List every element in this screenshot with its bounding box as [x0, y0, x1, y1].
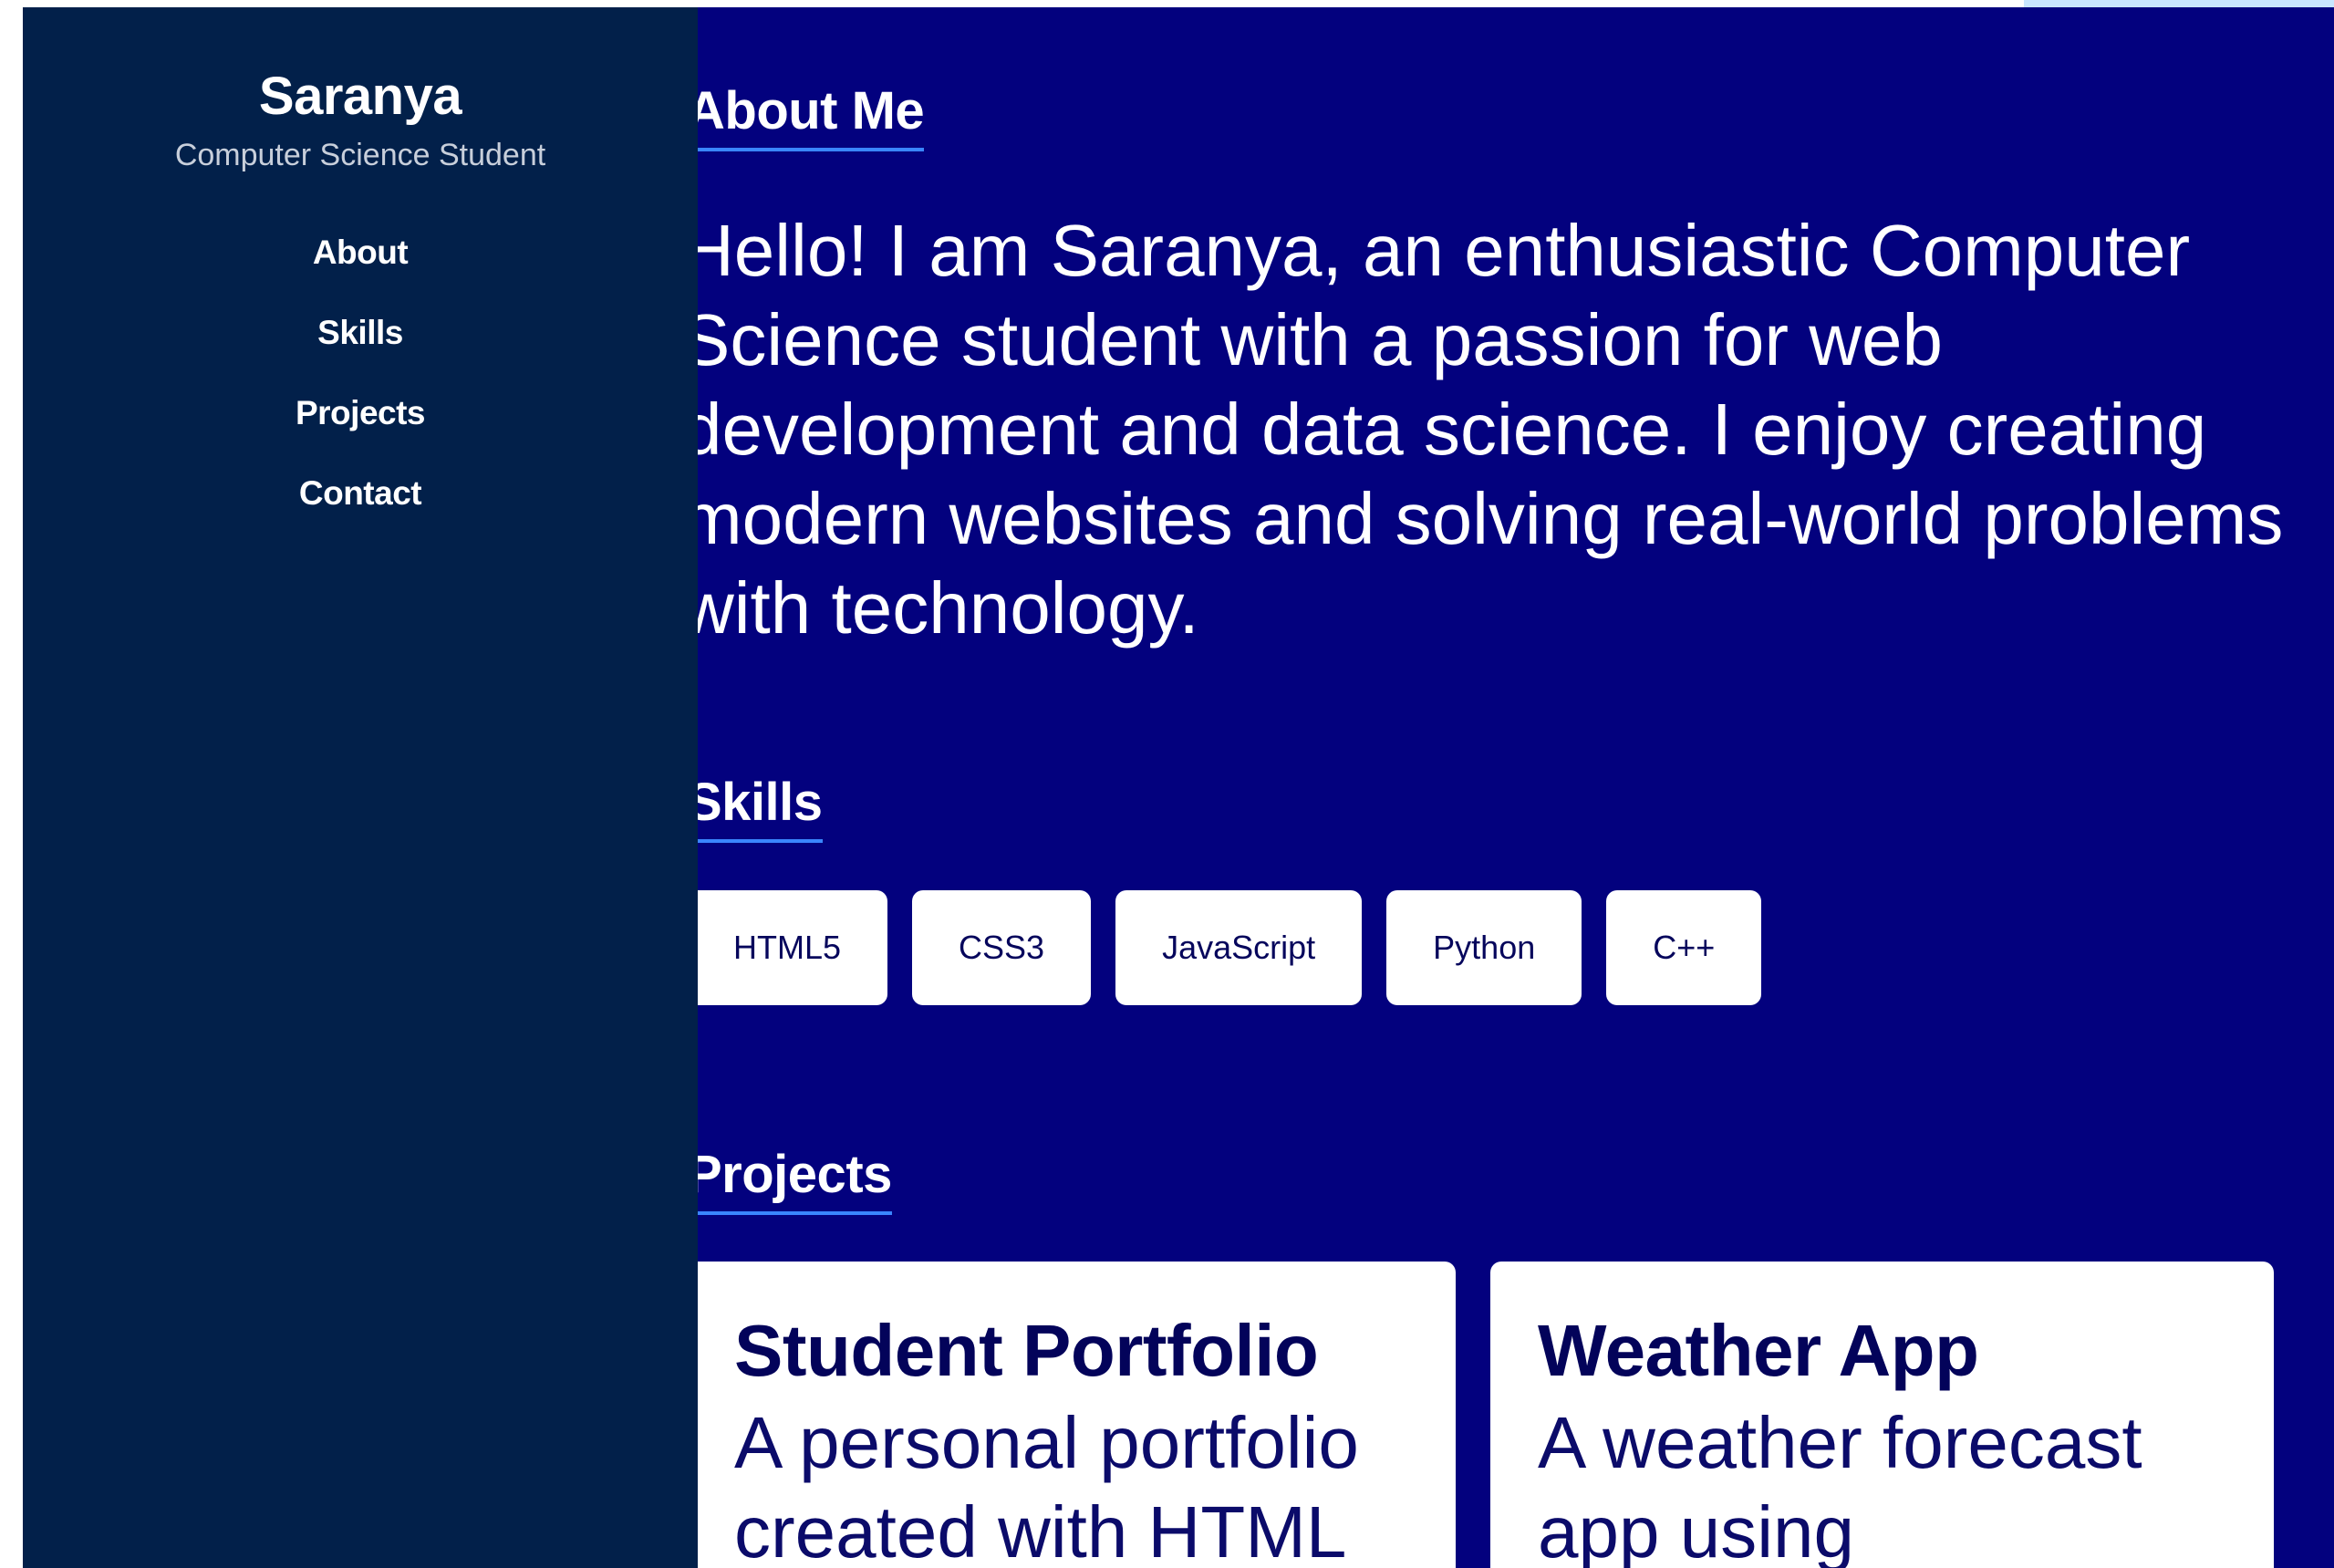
project-card-weather-app[interactable]: Weather App A weather forecast app using: [1490, 1262, 2274, 1568]
skill-chip-javascript: JavaScript: [1115, 890, 1363, 1005]
sidebar: Saranya Computer Science Student About S…: [23, 7, 698, 1568]
skills-heading: Skills: [698, 774, 823, 843]
project-description: A personal portfolio created with HTML: [734, 1402, 1359, 1568]
skill-chip-html5: HTML5: [698, 890, 888, 1005]
corner-accent: [2024, 0, 2334, 7]
project-card-student-portfolio[interactable]: Student Portfolio A personal portfolio c…: [698, 1262, 1456, 1568]
sidebar-name: Saranya: [258, 67, 462, 126]
projects-heading: Projects: [698, 1146, 892, 1215]
about-heading: About Me: [698, 82, 925, 151]
projects-list: Student Portfolio A personal portfolio c…: [698, 1262, 2274, 1568]
skill-chip-cpp: C++: [1606, 890, 1762, 1005]
nav-link-projects[interactable]: Projects: [296, 373, 426, 453]
sidebar-nav: About Skills Projects Contact: [23, 213, 698, 534]
project-title: Weather App: [1538, 1310, 1979, 1391]
nav-link-contact[interactable]: Contact: [299, 453, 422, 534]
project-description: A weather forecast app using: [1538, 1402, 2142, 1568]
project-title: Student Portfolio: [734, 1310, 1319, 1391]
skill-chip-css3: CSS3: [912, 890, 1092, 1005]
main-content: About Me Hello! I am Saranya, an enthusi…: [698, 7, 2334, 1568]
sidebar-subtitle: Computer Science Student: [174, 137, 546, 172]
nav-link-skills[interactable]: Skills: [317, 293, 403, 373]
nav-link-about[interactable]: About: [313, 213, 409, 293]
page-frame: Saranya Computer Science Student About S…: [0, 0, 2334, 1568]
skill-chip-python: Python: [1386, 890, 1582, 1005]
about-text: Hello! I am Saranya, an enthusiastic Com…: [698, 210, 2284, 649]
skills-list: HTML5 CSS3 JavaScript Python C++: [698, 890, 1762, 1005]
